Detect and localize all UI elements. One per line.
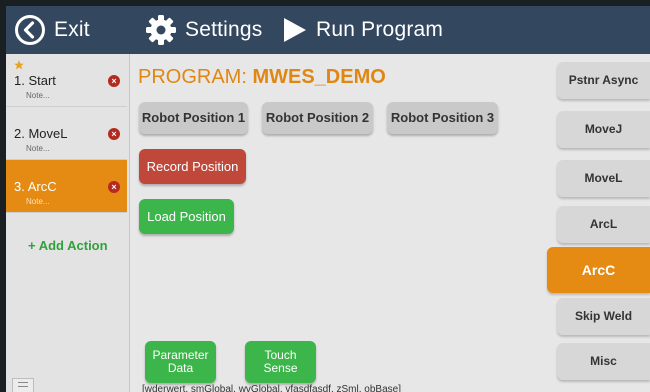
run-program-button[interactable]: Run Program [282,6,443,54]
pstnr-async-button[interactable]: Pstnr Async [557,62,650,99]
add-action-button[interactable]: + Add Action [28,238,108,253]
arcl-button[interactable]: ArcL [557,206,650,243]
run-program-label: Run Program [316,18,444,41]
touch-sense-label: Touch Sense [263,348,298,375]
exit-button[interactable]: Exit [14,6,90,54]
touch-sense-button[interactable]: Touch Sense [245,341,316,383]
step-item-arcc[interactable]: 3. ArcC Note... × [6,160,127,213]
misc-button[interactable]: Misc [557,343,650,380]
delete-step-icon[interactable]: × [108,128,120,140]
step-item-movel[interactable]: 2. MoveL Note... × [6,107,127,160]
movel-button[interactable]: MoveL [557,160,650,197]
star-icon [14,60,24,70]
settings-button[interactable]: Settings [145,6,262,54]
delete-step-icon[interactable]: × [108,181,120,193]
program-title: PROGRAM: MWES_DEMO [138,66,386,89]
command-column: Pstnr Async MoveJ MoveL ArcL ArcC Skip W… [547,54,650,392]
step-title: 2. MoveL [14,126,68,141]
record-position-button[interactable]: Record Position [139,149,246,184]
app-frame: Exit Settings Run Program 1. Start Note.… [6,6,650,392]
sidebar-menu-icon[interactable] [12,378,34,392]
back-circle-icon [15,15,45,45]
program-name: MWES_DEMO [252,66,386,88]
step-title: 1. Start [14,73,56,88]
step-title: 3. ArcC [14,179,57,194]
skip-weld-button[interactable]: Skip Weld [557,298,650,335]
delete-step-icon[interactable]: × [108,75,120,87]
movej-button[interactable]: MoveJ [557,111,650,148]
steps-sidebar: 1. Start Note... × 2. MoveL Note... × 3.… [6,54,130,392]
exit-label: Exit [54,18,90,41]
play-icon [284,18,306,42]
robot-position-1-button[interactable]: Robot Position 1 [139,102,248,134]
parameter-data-label: Parameter Data [152,348,209,375]
gear-icon [146,15,176,45]
step-note: Note... [26,91,50,100]
variables-list: [wderwert, smGlobal, wvGlobal, vfasdfasd… [142,384,401,392]
top-bar: Exit Settings Run Program [6,6,650,54]
arcc-button[interactable]: ArcC [547,247,650,293]
settings-label: Settings [185,18,263,41]
step-note: Note... [26,197,50,206]
step-note: Note... [26,144,50,153]
parameter-data-button[interactable]: Parameter Data [145,341,216,383]
robot-position-2-button[interactable]: Robot Position 2 [262,102,373,134]
main-panel: PROGRAM: MWES_DEMO Robot Position 1 Robo… [130,54,544,392]
load-position-button[interactable]: Load Position [139,199,234,234]
robot-position-3-button[interactable]: Robot Position 3 [387,102,498,134]
step-item-start[interactable]: 1. Start Note... × [6,54,127,107]
program-prefix: PROGRAM: [138,66,253,88]
